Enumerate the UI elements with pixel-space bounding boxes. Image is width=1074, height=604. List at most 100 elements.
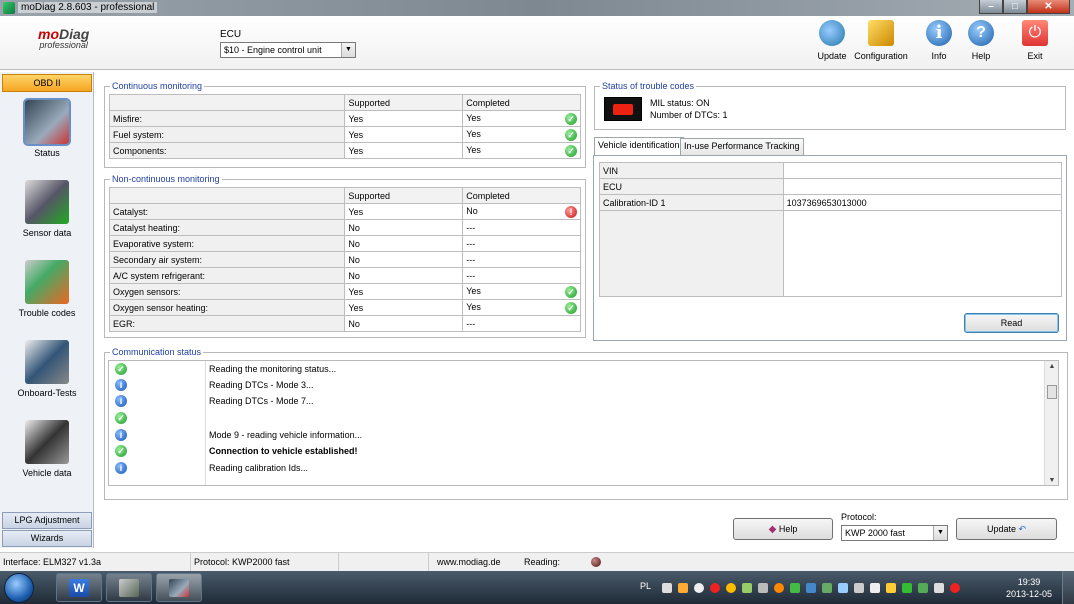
calibration-id-label: Calibration-ID 1 — [599, 194, 784, 211]
minimize-button[interactable]: – — [979, 0, 1003, 14]
tray-shield-icon[interactable] — [838, 583, 848, 593]
protocol-select[interactable]: KWP 2000 fast ▼ — [841, 525, 948, 541]
completed-cell: Yes ✓ — [462, 110, 581, 127]
help-bottom-label: Help — [778, 524, 798, 534]
taskbar-modiag-app[interactable] — [156, 573, 202, 602]
tray-wifi-icon[interactable] — [902, 583, 912, 593]
table-header-row: Supported Completed — [108, 187, 581, 204]
table-row: A/C system refrigerant: No --- — [108, 267, 581, 284]
tray-red-icon[interactable] — [710, 583, 720, 593]
ecu-select-value: $10 - Engine control unit — [224, 45, 322, 55]
nav-item-label: Trouble codes — [18, 308, 76, 318]
nav-lpg-adjustment[interactable]: LPG Adjustment — [2, 512, 92, 529]
check-ok-icon: ✓ — [565, 112, 577, 125]
nav-item-status[interactable]: Status — [4, 98, 90, 158]
chevron-down-icon[interactable]: ▼ — [933, 526, 947, 540]
maximize-button[interactable]: □ — [1003, 0, 1027, 14]
tray-keyboard-icon[interactable] — [662, 583, 672, 593]
completed-cell: --- — [462, 235, 581, 252]
help-bottom-button[interactable]: ◆ Help — [733, 518, 833, 540]
table-header-row: Supported Completed — [108, 94, 581, 111]
windows-taskbar: W PL 19:39 2013-12-05 — [0, 571, 1074, 604]
configuration-button[interactable]: Configuration — [854, 20, 908, 66]
configuration-label: Configuration — [854, 51, 908, 61]
clock-time: 19:39 — [1017, 577, 1041, 587]
taskbar-clock[interactable]: 19:39 2013-12-05 — [1006, 576, 1052, 600]
refresh-arrow-icon: ↶ — [1018, 524, 1027, 534]
exit-label: Exit — [1027, 51, 1043, 61]
tray-yellow-icon[interactable] — [726, 583, 736, 593]
tray-people-icon[interactable] — [886, 583, 896, 593]
tray-network-icon[interactable] — [742, 583, 752, 593]
volume-icon[interactable] — [934, 583, 944, 593]
tray-blue-icon[interactable] — [806, 583, 816, 593]
tray-app-icon[interactable] — [678, 583, 688, 593]
log-text: Reading the monitoring status... — [209, 364, 337, 374]
ecu-select[interactable]: $10 - Engine control unit ▼ — [220, 42, 356, 58]
completed-cell: Yes ✓ — [462, 142, 581, 159]
start-button-icon[interactable] — [4, 573, 34, 603]
show-desktop-button[interactable] — [1062, 571, 1074, 604]
communication-log[interactable]: ✓ Reading the monitoring status... i Rea… — [108, 360, 1059, 486]
close-button[interactable]: ✕ — [1027, 0, 1070, 14]
nav-obd2-header[interactable]: OBD II — [2, 74, 92, 92]
exit-button[interactable]: ⏻ Exit — [1020, 20, 1050, 66]
tab-vehicle-identification[interactable]: Vehicle identification — [594, 137, 684, 156]
tray-orange-icon[interactable] — [774, 583, 784, 593]
word-icon: W — [69, 579, 89, 597]
tray-green-icon[interactable] — [790, 583, 800, 593]
vehicle-identification-panel: VIN ECU Calibration-ID 1 103736965301300… — [593, 155, 1067, 341]
completed-value: Yes — [466, 112, 481, 123]
nav-wizards[interactable]: Wizards — [2, 530, 92, 547]
tray-flag-icon[interactable] — [854, 583, 864, 593]
completed-value: No — [466, 205, 478, 216]
monitor-name: Secondary air system: — [108, 251, 346, 268]
supported-cell: Yes — [344, 142, 464, 159]
dtc-count-text: Number of DTCs: 1 — [650, 110, 728, 120]
completed-cell: Yes ✓ — [462, 126, 581, 143]
completed-cell: --- — [462, 219, 581, 236]
status-bar: Interface: ELM327 v1.3a Protocol: KWP200… — [0, 552, 1074, 572]
tray-monitor-icon[interactable] — [822, 583, 832, 593]
info-icon: i — [926, 20, 952, 46]
language-indicator[interactable]: PL — [640, 581, 651, 591]
monitor-name: Oxygen sensors: — [108, 283, 346, 300]
header-completed: Completed — [462, 187, 581, 204]
sensor-data-icon — [25, 180, 69, 224]
log-text: Mode 9 - reading vehicle information... — [209, 430, 363, 440]
header-completed: Completed — [462, 94, 581, 111]
read-button[interactable]: Read — [964, 313, 1059, 333]
supported-cell: No — [344, 251, 464, 268]
noncontinuous-monitoring-table: Supported Completed Catalyst: Yes No! Ca… — [108, 187, 581, 332]
monitor-name: Evaporative system: — [108, 235, 346, 252]
update-bottom-button[interactable]: Update ↶ — [956, 518, 1057, 540]
error-icon: ! — [565, 205, 577, 218]
scroll-up-icon[interactable]: ▲ — [1045, 361, 1058, 373]
info-button[interactable]: i Info — [924, 20, 954, 66]
nav-item-sensor-data[interactable]: Sensor data — [4, 180, 90, 238]
taskbar-app-2[interactable] — [106, 573, 152, 602]
tab-in-use-performance-tracking[interactable]: In-use Performance Tracking — [680, 138, 804, 155]
nav-item-trouble-codes[interactable]: Trouble codes — [4, 260, 90, 318]
tray-disc-icon[interactable] — [694, 583, 704, 593]
scrollbar-thumb[interactable] — [1047, 385, 1057, 399]
tray-app2-icon[interactable] — [918, 583, 928, 593]
chevron-down-icon[interactable]: ▼ — [341, 43, 355, 57]
log-scrollbar[interactable]: ▲ ▼ — [1044, 361, 1058, 485]
continuous-monitoring-title: Continuous monitoring — [110, 81, 205, 91]
update-toolbar-button[interactable]: Update — [812, 20, 852, 66]
completed-value: Yes — [466, 128, 481, 139]
tray-battery-icon[interactable] — [870, 583, 880, 593]
help-toolbar-button[interactable]: ? Help — [966, 20, 996, 66]
tray-cloud-icon[interactable] — [758, 583, 768, 593]
nav-item-vehicle-data[interactable]: Vehicle data — [4, 420, 90, 478]
scroll-down-icon[interactable]: ▼ — [1045, 475, 1058, 485]
log-row: ✓ — [109, 410, 1045, 426]
tray-opera-icon[interactable] — [950, 583, 960, 593]
folder-config-icon — [868, 20, 894, 46]
taskbar-word-app[interactable]: W — [56, 573, 102, 602]
empty-cell — [782, 210, 1063, 297]
supported-cell: Yes — [344, 203, 464, 220]
supported-cell: No — [344, 267, 464, 284]
nav-item-onboard-tests[interactable]: Onboard-Tests — [4, 340, 90, 398]
